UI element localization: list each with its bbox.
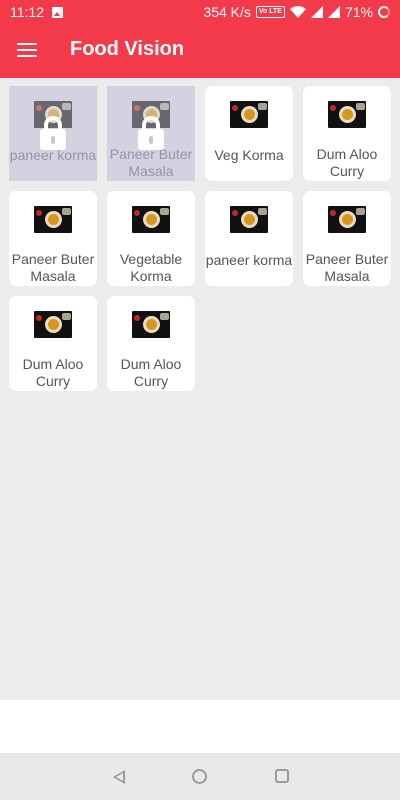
home-icon[interactable] — [192, 769, 207, 784]
volte-icon: Vo LTE — [255, 6, 285, 18]
food-name: Vegetable Korma — [119, 251, 183, 284]
gallery-notification-icon — [52, 6, 63, 18]
back-icon[interactable] — [113, 770, 125, 784]
food-card[interactable]: Veg Korma — [205, 86, 293, 181]
food-name: Dum Aloo Curry — [22, 356, 84, 389]
food-thumbnail — [132, 206, 170, 233]
bottom-area — [0, 700, 400, 753]
navigation-bar — [0, 753, 400, 800]
status-time: 11:12 — [10, 4, 44, 20]
food-name: Paneer Buter Masala — [305, 251, 389, 284]
food-name: Veg Korma — [214, 147, 284, 163]
food-card-locked[interactable]: paneer korma — [9, 86, 97, 181]
wifi-icon — [289, 6, 306, 18]
food-card[interactable]: Dum Aloo Curry — [303, 86, 391, 181]
battery-percent: 71% — [344, 4, 373, 20]
food-card[interactable]: Dum Aloo Curry — [107, 296, 195, 391]
app-title: Food Vision — [70, 38, 185, 60]
app-bar: Food Vision — [0, 24, 400, 78]
food-card[interactable]: Dum Aloo Curry — [9, 296, 97, 391]
food-card[interactable]: paneer korma — [205, 191, 293, 286]
hamburger-menu-icon[interactable] — [17, 41, 37, 59]
signal-icon — [310, 6, 323, 18]
food-card[interactable]: Vegetable Korma — [107, 191, 195, 286]
lock-icon — [40, 116, 66, 150]
food-thumbnail — [328, 206, 366, 233]
food-thumbnail — [34, 311, 72, 338]
food-grid: paneer korma Paneer Buter Masala Veg Korma… — [9, 86, 391, 391]
food-card-locked[interactable]: Paneer Buter Masala — [107, 86, 195, 181]
food-card[interactable]: Paneer Buter Masala — [9, 191, 97, 286]
network-speed: 354 K/s — [203, 4, 251, 20]
food-card[interactable]: Paneer Buter Masala — [303, 191, 391, 286]
battery-icon — [378, 6, 390, 18]
food-thumbnail — [328, 101, 366, 128]
status-left: 11:12 — [10, 4, 63, 20]
lock-icon — [138, 116, 164, 150]
food-name: Paneer Buter Masala — [11, 251, 95, 284]
food-thumbnail — [132, 311, 170, 338]
food-name: Dum Aloo Curry — [316, 146, 378, 179]
food-name: Dum Aloo Curry — [120, 356, 182, 389]
food-name: paneer korma — [205, 252, 293, 268]
status-right: 354 K/s Vo LTE 71% — [203, 4, 390, 20]
food-thumbnail — [230, 101, 268, 128]
recents-icon[interactable] — [275, 769, 289, 783]
status-bar: 11:12 354 K/s Vo LTE 71% — [0, 0, 400, 24]
food-name: Paneer Buter Masala — [109, 146, 193, 179]
food-thumbnail — [34, 206, 72, 233]
food-thumbnail — [230, 206, 268, 233]
signal-icon-2 — [327, 6, 340, 18]
